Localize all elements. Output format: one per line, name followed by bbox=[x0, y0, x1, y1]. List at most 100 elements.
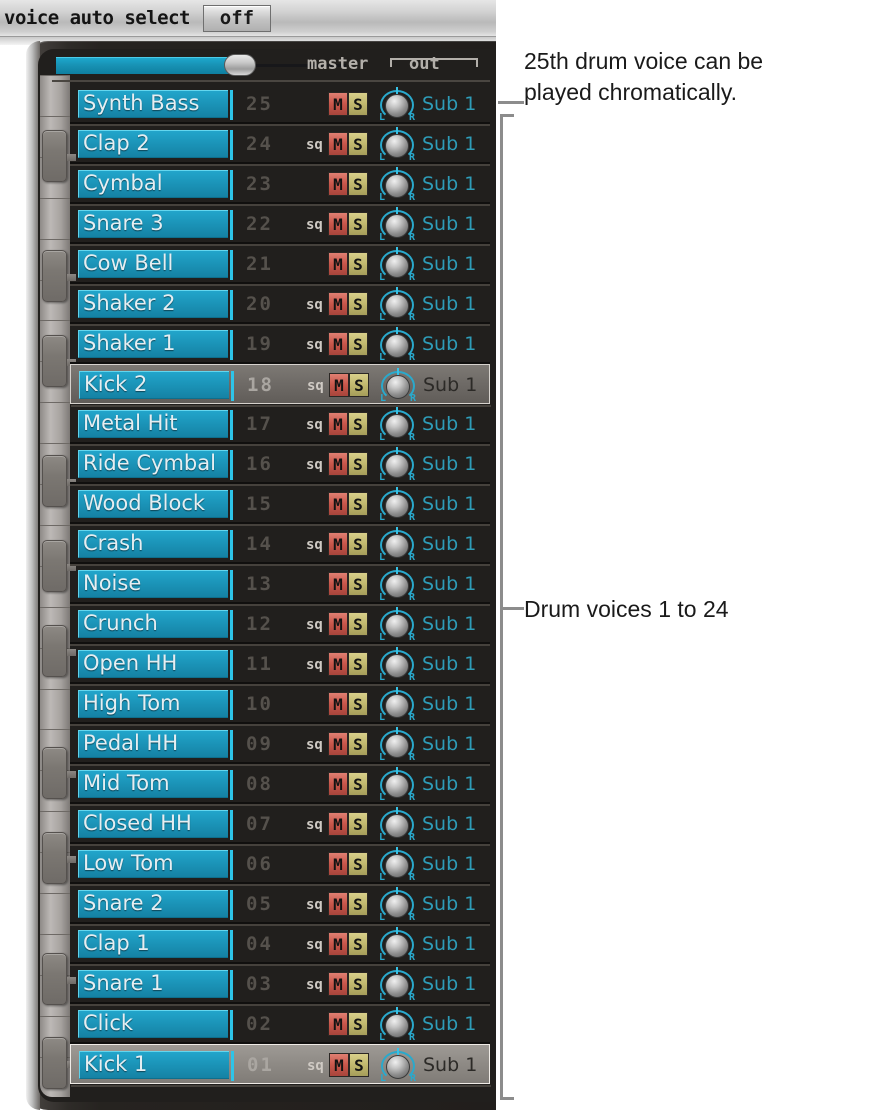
white-key[interactable] bbox=[40, 606, 70, 608]
solo-button[interactable]: S bbox=[348, 652, 368, 676]
voice-row[interactable]: High Tom 10 M S L R Sub 1 bbox=[70, 684, 492, 726]
pan-knob[interactable]: LR bbox=[377, 1048, 419, 1084]
mute-button[interactable]: M bbox=[328, 812, 348, 836]
black-key[interactable] bbox=[42, 747, 67, 799]
pan-knob-cap[interactable] bbox=[385, 254, 409, 278]
voice-row[interactable]: Wood Block 15 M S L R Sub 1 bbox=[70, 484, 492, 526]
solo-button[interactable]: S bbox=[348, 212, 368, 236]
mute-button[interactable]: M bbox=[328, 772, 348, 796]
mute-button[interactable]: M bbox=[328, 1012, 348, 1036]
black-key[interactable] bbox=[42, 335, 67, 387]
mute-button[interactable]: M bbox=[328, 532, 348, 556]
voice-row[interactable]: Closed HH 07 sq M S L R Sub 1 bbox=[70, 804, 490, 846]
white-key[interactable] bbox=[40, 1015, 70, 1017]
pan-knob[interactable]: LR bbox=[376, 927, 418, 963]
output-assign-label[interactable]: Sub 1 bbox=[422, 293, 492, 315]
pan-knob-cap[interactable] bbox=[385, 134, 409, 158]
white-key[interactable] bbox=[40, 893, 70, 894]
master-slider-handle[interactable] bbox=[224, 54, 256, 76]
mute-button[interactable]: M bbox=[328, 652, 348, 676]
output-assign-label[interactable]: Sub 1 bbox=[422, 613, 492, 635]
voice-row[interactable]: Cymbal 23 M S L R Sub 1 bbox=[70, 164, 490, 206]
pan-knob-cap[interactable] bbox=[385, 174, 409, 198]
solo-button[interactable]: S bbox=[348, 292, 368, 316]
pan-knob-cap[interactable] bbox=[385, 654, 409, 678]
pan-knob[interactable]: LR bbox=[376, 167, 418, 203]
pan-knob-cap[interactable] bbox=[385, 94, 409, 118]
black-key[interactable] bbox=[42, 953, 67, 1005]
pan-knob-cap[interactable] bbox=[385, 574, 409, 598]
solo-button[interactable]: S bbox=[348, 812, 368, 836]
mute-button[interactable]: M bbox=[328, 172, 348, 196]
voice-row[interactable]: Snare 2 05 sq M S L R Sub 1 bbox=[70, 884, 492, 926]
output-assign-label[interactable]: Sub 1 bbox=[422, 413, 492, 435]
voice-row[interactable]: Metal Hit 17 sq M S L R Sub 1 bbox=[70, 404, 492, 446]
pan-knob[interactable]: LR bbox=[376, 567, 418, 603]
output-assign-label[interactable]: Sub 1 bbox=[422, 893, 492, 915]
voice-row[interactable]: Open HH 11 sq M S L R Sub 1 bbox=[70, 644, 492, 686]
pan-knob-cap[interactable] bbox=[385, 774, 409, 798]
solo-button[interactable]: S bbox=[348, 1012, 368, 1036]
mute-button[interactable]: M bbox=[328, 492, 348, 516]
solo-button[interactable]: S bbox=[348, 132, 368, 156]
output-assign-label[interactable]: Sub 1 bbox=[422, 213, 492, 235]
white-key[interactable] bbox=[40, 197, 70, 199]
pan-knob[interactable]: LR bbox=[376, 87, 418, 123]
voice-row[interactable]: Click 02 M S L R Sub 1 bbox=[70, 1004, 490, 1046]
voice-row[interactable]: Kick 2 18 sq M S L R Sub 1 bbox=[70, 364, 491, 407]
pan-knob-cap[interactable] bbox=[385, 934, 409, 958]
black-key[interactable] bbox=[42, 832, 67, 884]
output-assign-label[interactable]: Sub 1 bbox=[422, 653, 492, 675]
pan-knob[interactable]: LR bbox=[376, 527, 418, 563]
solo-button[interactable]: S bbox=[348, 892, 368, 916]
output-assign-label[interactable]: Sub 1 bbox=[422, 493, 492, 515]
pan-knob[interactable]: LR bbox=[376, 1007, 418, 1043]
voice-row[interactable]: Pedal HH 09 sq M S L R Sub 1 bbox=[70, 724, 492, 766]
voice-row[interactable]: Snare 3 22 sq M S L R Sub 1 bbox=[70, 204, 492, 246]
voice-row[interactable]: Ride Cymbal 16 sq M S L R Sub 1 bbox=[70, 444, 492, 486]
output-assign-label[interactable]: Sub 1 bbox=[422, 733, 492, 755]
white-key[interactable] bbox=[40, 729, 70, 731]
voice-row[interactable]: Mid Tom 08 M S L R Sub 1 bbox=[70, 764, 492, 806]
mute-button[interactable]: M bbox=[328, 92, 348, 116]
piano-keyboard[interactable] bbox=[40, 75, 76, 1097]
white-key[interactable] bbox=[40, 811, 70, 813]
output-assign-label[interactable]: Sub 1 bbox=[422, 453, 492, 475]
output-assign-label[interactable]: Sub 1 bbox=[422, 133, 492, 155]
pan-knob-cap[interactable] bbox=[386, 1055, 410, 1079]
output-assign-label[interactable]: Sub 1 bbox=[422, 773, 492, 795]
pan-knob-cap[interactable] bbox=[385, 454, 409, 478]
solo-button[interactable]: S bbox=[348, 972, 368, 996]
black-key[interactable] bbox=[42, 540, 67, 592]
black-key[interactable] bbox=[42, 625, 67, 677]
mute-button[interactable]: M bbox=[328, 252, 348, 276]
pan-knob[interactable]: LR bbox=[376, 727, 418, 763]
mute-button[interactable]: M bbox=[328, 332, 348, 356]
black-key[interactable] bbox=[42, 1037, 67, 1089]
white-key[interactable] bbox=[40, 402, 70, 404]
solo-button[interactable]: S bbox=[348, 692, 368, 716]
solo-button[interactable]: S bbox=[348, 412, 368, 436]
pan-knob-cap[interactable] bbox=[385, 974, 409, 998]
output-assign-label[interactable]: Sub 1 bbox=[422, 693, 492, 715]
voice-row[interactable]: Kick 1 01 sq M S L R Sub 1 bbox=[70, 1044, 491, 1087]
black-key[interactable] bbox=[42, 130, 67, 182]
output-assign-label[interactable]: Sub 1 bbox=[422, 973, 492, 995]
solo-button[interactable]: S bbox=[349, 373, 369, 397]
pan-knob-cap[interactable] bbox=[385, 814, 409, 838]
pan-knob[interactable]: LR bbox=[376, 687, 418, 723]
pan-knob[interactable]: LR bbox=[376, 807, 418, 843]
solo-button[interactable]: S bbox=[348, 532, 368, 556]
output-assign-label[interactable]: Sub 1 bbox=[422, 933, 492, 955]
mute-button[interactable]: M bbox=[328, 692, 348, 716]
solo-button[interactable]: S bbox=[349, 1053, 369, 1077]
white-key[interactable] bbox=[40, 320, 70, 322]
solo-button[interactable]: S bbox=[348, 612, 368, 636]
solo-button[interactable]: S bbox=[348, 572, 368, 596]
solo-button[interactable]: S bbox=[348, 492, 368, 516]
voice-row[interactable]: Snare 1 03 sq M S L R Sub 1 bbox=[70, 964, 492, 1006]
pan-knob-cap[interactable] bbox=[385, 694, 409, 718]
output-assign-label[interactable]: Sub 1 bbox=[422, 573, 492, 595]
pan-knob[interactable]: LR bbox=[376, 607, 418, 643]
white-key[interactable] bbox=[40, 115, 70, 117]
